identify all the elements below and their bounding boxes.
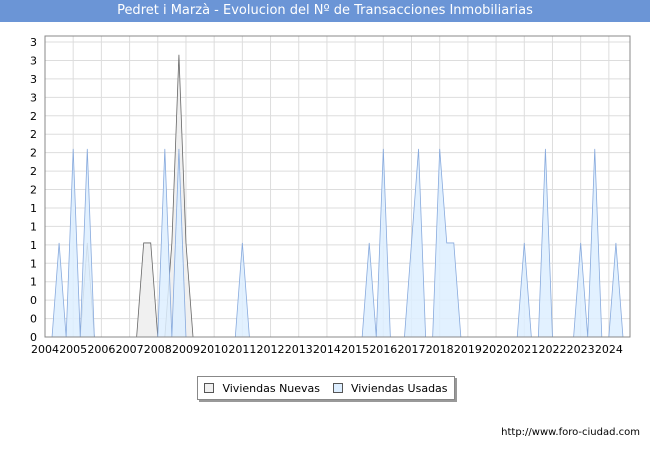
y-tick-label: 2	[30, 128, 37, 141]
x-tick-label: 2022	[538, 343, 566, 356]
legend: Viviendas Nuevas Viviendas Usadas	[197, 376, 455, 400]
y-tick-label: 1	[30, 202, 37, 215]
chart-area: 000111112222233332004 2005 2006 2007 2008 200…	[30, 35, 631, 356]
x-tick-label: 2015	[341, 343, 369, 356]
legend-item-nuevas: Viviendas Nuevas	[204, 382, 320, 395]
x-tick-label: 2013	[285, 343, 313, 356]
legend-item-usadas: Viviendas Usadas	[332, 381, 448, 395]
y-tick-label: 2	[30, 147, 37, 160]
chart-title: Pedret i Marzà - Evolucion del Nº de Tra…	[0, 0, 650, 22]
y-tick-label: 3	[30, 91, 37, 104]
x-tick-label: 2012	[257, 343, 285, 356]
legend-label-usadas: Viviendas Usadas	[350, 381, 448, 395]
x-tick-label: 2009	[172, 343, 200, 356]
x-tick-label: 2004	[31, 343, 59, 356]
x-tick-label: 2018	[426, 343, 454, 356]
x-tick-label: 2014	[313, 343, 341, 356]
y-tick-label: 0	[30, 313, 37, 326]
x-tick-label: 2020	[482, 343, 510, 356]
x-tick-label: 2005	[59, 343, 87, 356]
legend-swatch-usadas	[332, 383, 343, 393]
x-tick-label: 2019	[454, 343, 482, 356]
x-tick-label: 2008	[144, 343, 172, 356]
x-tick-label: 2024	[595, 343, 623, 356]
x-tick-label: 2011	[228, 343, 256, 356]
x-tick-label: 2007	[116, 343, 144, 356]
legend-label-nuevas: Viviendas Nuevas	[222, 381, 321, 395]
y-tick-label: 0	[30, 294, 37, 307]
x-tick-label: 2006	[87, 343, 115, 356]
y-tick-label: 1	[30, 220, 37, 233]
y-tick-label: 2	[30, 110, 37, 123]
source-link[interactable]: http://www.foro-ciudad.com	[501, 427, 640, 438]
x-tick-label: 2023	[567, 343, 595, 356]
legend-swatch-nuevas	[204, 383, 215, 393]
y-tick-label: 2	[30, 165, 37, 178]
x-tick-label: 2021	[510, 343, 538, 356]
y-tick-label: 1	[30, 257, 37, 270]
x-tick-label: 2017	[398, 343, 426, 356]
y-tick-label: 3	[30, 54, 37, 67]
x-tick-label: 2010	[200, 343, 228, 356]
x-tick-label: 2016	[369, 343, 397, 356]
y-tick-label: 2	[30, 184, 37, 197]
y-tick-label: 3	[30, 36, 37, 49]
y-tick-label: 1	[30, 276, 37, 289]
y-tick-label: 3	[30, 73, 37, 86]
y-tick-label: 1	[30, 239, 37, 252]
